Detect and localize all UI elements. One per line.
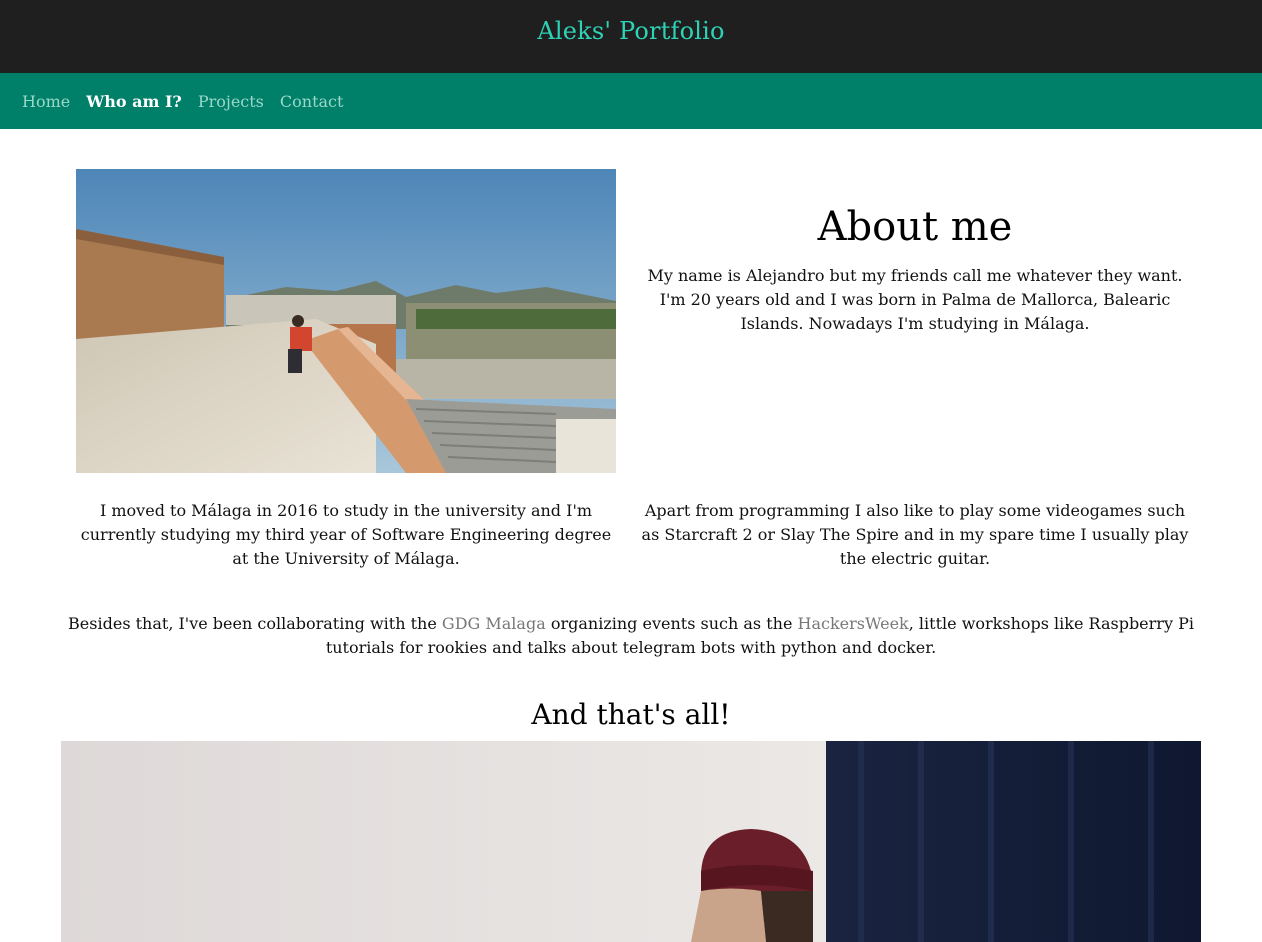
hobbies-paragraph: Apart from programming I also like to pl… bbox=[641, 501, 1189, 568]
nav-item-home[interactable]: Home bbox=[22, 92, 70, 111]
closing-heading: And that's all! bbox=[531, 698, 731, 731]
portrait-photo bbox=[61, 741, 1201, 942]
study-paragraph: I moved to Málaga in 2016 to study in th… bbox=[80, 501, 612, 568]
main-nav: Home Who am I? Projects Contact bbox=[0, 73, 1262, 129]
nav-item-who-am-i[interactable]: Who am I? bbox=[86, 92, 182, 111]
nav-item-contact[interactable]: Contact bbox=[280, 92, 344, 111]
gdg-malaga-link[interactable]: GDG Malaga bbox=[442, 614, 546, 633]
rooftop-photo bbox=[76, 169, 616, 473]
about-title: About me bbox=[817, 204, 1013, 250]
about-intro: My name is Alejandro but my friends call… bbox=[647, 266, 1183, 333]
site-brand[interactable]: Aleks' Portfolio bbox=[537, 17, 724, 45]
nav-item-projects[interactable]: Projects bbox=[198, 92, 264, 111]
hackersweek-link[interactable]: HackersWeek bbox=[798, 614, 909, 633]
site-header: Aleks' Portfolio bbox=[0, 0, 1262, 73]
community-text-prefix: Besides that, I've been collaborating wi… bbox=[68, 614, 442, 633]
community-text-middle: organizing events such as the bbox=[545, 614, 798, 633]
community-paragraph: Besides that, I've been collaborating wi… bbox=[62, 612, 1200, 660]
